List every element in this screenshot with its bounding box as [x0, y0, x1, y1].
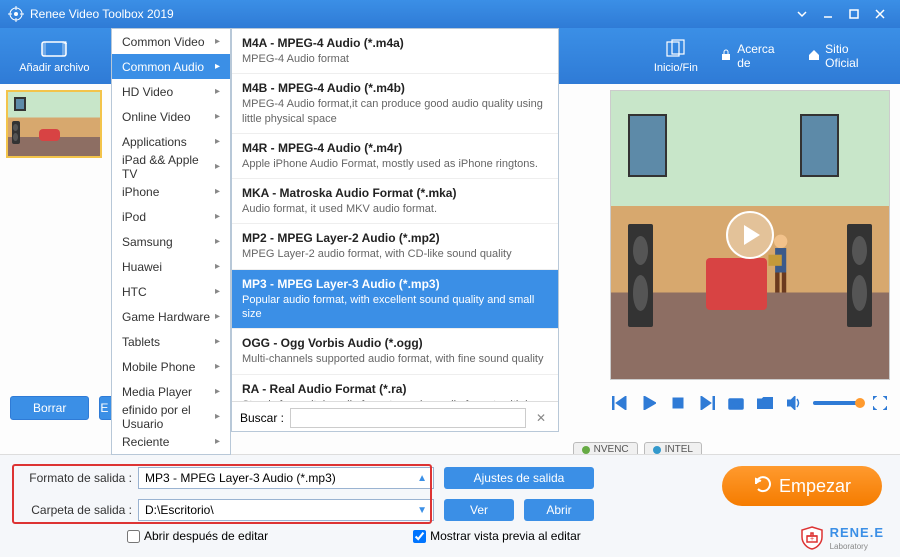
preview-panel — [610, 90, 890, 380]
search-label: Buscar : — [240, 411, 284, 425]
app-logo-icon — [8, 6, 24, 22]
delete-button[interactable]: Borrar — [10, 396, 89, 420]
shield-icon: + — [800, 526, 824, 550]
clear-search-icon[interactable]: ✕ — [532, 411, 550, 425]
category-item[interactable]: Common Video▸ — [112, 29, 230, 54]
volume-slider[interactable] — [813, 401, 861, 405]
output-format-select[interactable]: MP3 - MPEG Layer-3 Audio (*.mp3) ▲ — [138, 467, 434, 489]
volume-icon[interactable] — [784, 393, 803, 413]
play-overlay-icon[interactable] — [726, 211, 774, 259]
start-end-button[interactable]: Inicio/Fin — [631, 28, 720, 84]
output-format-label: Formato de salida : — [12, 471, 138, 485]
category-menu: Common Video▸Common Audio▸HD Video▸Onlin… — [111, 28, 231, 455]
official-site-link[interactable]: Sitio Oficial — [808, 42, 884, 70]
category-item[interactable]: iPod▸ — [112, 204, 230, 229]
add-file-button[interactable]: + Añadir archivo — [10, 28, 99, 84]
preview-image[interactable] — [610, 90, 890, 380]
format-item[interactable]: MP3 - MPEG Layer-3 Audio (*.mp3)Popular … — [232, 270, 558, 330]
format-search-row: Buscar : ✕ — [232, 401, 558, 432]
app-title: Renee Video Toolbox 2019 — [30, 7, 174, 21]
output-settings-button[interactable]: Ajustes de salida — [444, 467, 594, 489]
format-item[interactable]: OGG - Ogg Vorbis Audio (*.ogg)Multi-chan… — [232, 329, 558, 374]
fullscreen-button[interactable] — [871, 393, 890, 413]
start-end-icon — [663, 38, 689, 60]
format-list[interactable]: M4A - MPEG-4 Audio (*.m4a)MPEG-4 Audio f… — [232, 29, 558, 401]
home-icon — [808, 49, 820, 64]
next-button[interactable] — [697, 393, 716, 413]
category-item[interactable]: Common Audio▸ — [112, 54, 230, 79]
start-button[interactable]: Empezar — [722, 466, 882, 506]
brand-logo: + RENE.E Laboratory — [800, 524, 884, 551]
open-after-checkbox[interactable]: Abrir después de editar — [127, 529, 268, 543]
format-item[interactable]: RA - Real Audio Format (*.ra)Stands for … — [232, 375, 558, 401]
view-button[interactable]: Ver — [444, 499, 514, 521]
format-item[interactable]: MKA - Matroska Audio Format (*.mka)Audio… — [232, 179, 558, 224]
chevron-down-icon: ▼ — [417, 505, 427, 516]
category-item[interactable]: Huawei▸ — [112, 254, 230, 279]
format-item[interactable]: MP2 - MPEG Layer-2 Audio (*.mp2)MPEG Lay… — [232, 224, 558, 269]
category-item[interactable]: iPhone▸ — [112, 179, 230, 204]
list-action-buttons: Borrar E — [10, 396, 127, 420]
title-bar: Renee Video Toolbox 2019 — [0, 0, 900, 28]
category-item[interactable]: Applications▸ — [112, 129, 230, 154]
category-item[interactable]: Tablets▸ — [112, 329, 230, 354]
category-item[interactable]: HTC▸ — [112, 279, 230, 304]
player-controls — [610, 390, 890, 416]
play-button[interactable] — [639, 393, 658, 413]
lock-icon — [720, 49, 732, 64]
add-file-label: Añadir archivo — [19, 62, 89, 74]
category-item[interactable]: iPad && Apple TV▸ — [112, 154, 230, 179]
format-item[interactable]: M4A - MPEG-4 Audio (*.m4a)MPEG-4 Audio f… — [232, 29, 558, 74]
stop-button[interactable] — [668, 393, 687, 413]
snapshot-button[interactable] — [726, 393, 745, 413]
refresh-icon — [753, 474, 773, 499]
dropdown-window-button[interactable] — [790, 4, 814, 24]
brand-sub: Laboratory — [830, 542, 884, 551]
brand-name: RENE.E — [830, 525, 884, 540]
svg-text:+: + — [810, 536, 814, 543]
category-item[interactable]: Reciente▸ — [112, 429, 230, 454]
svg-text:+: + — [63, 39, 67, 50]
category-item[interactable]: Game Hardware▸ — [112, 304, 230, 329]
category-item[interactable]: Samsung▸ — [112, 229, 230, 254]
category-item[interactable]: Media Player▸ — [112, 379, 230, 404]
start-end-label: Inicio/Fin — [654, 62, 698, 74]
add-file-icon: + — [41, 38, 67, 60]
minimize-button[interactable] — [816, 4, 840, 24]
category-item[interactable]: Online Video▸ — [112, 104, 230, 129]
output-folder-label: Carpeta de salida : — [12, 503, 138, 517]
format-item[interactable]: M4B - MPEG-4 Audio (*.m4b)MPEG-4 Audio f… — [232, 74, 558, 134]
chevron-up-icon: ▲ — [417, 473, 427, 484]
file-thumbnail[interactable] — [6, 90, 102, 158]
about-link[interactable]: Acerca de — [720, 42, 790, 70]
category-item[interactable]: efinido por el Usuario▸ — [112, 404, 230, 429]
format-menu: M4A - MPEG-4 Audio (*.m4a)MPEG-4 Audio f… — [231, 28, 559, 432]
output-folder-field[interactable]: D:\Escritorio\ ▼ — [138, 499, 434, 521]
show-preview-checkbox[interactable]: Mostrar vista previa al editar — [413, 529, 581, 543]
category-item[interactable]: Mobile Phone▸ — [112, 354, 230, 379]
prev-button[interactable] — [610, 393, 629, 413]
close-button[interactable] — [868, 4, 892, 24]
open-folder-button[interactable] — [755, 393, 774, 413]
open-button[interactable]: Abrir — [524, 499, 594, 521]
maximize-button[interactable] — [842, 4, 866, 24]
category-item[interactable]: HD Video▸ — [112, 79, 230, 104]
format-item[interactable]: M4R - MPEG-4 Audio (*.m4r)Apple iPhone A… — [232, 134, 558, 179]
search-input[interactable] — [290, 408, 526, 428]
